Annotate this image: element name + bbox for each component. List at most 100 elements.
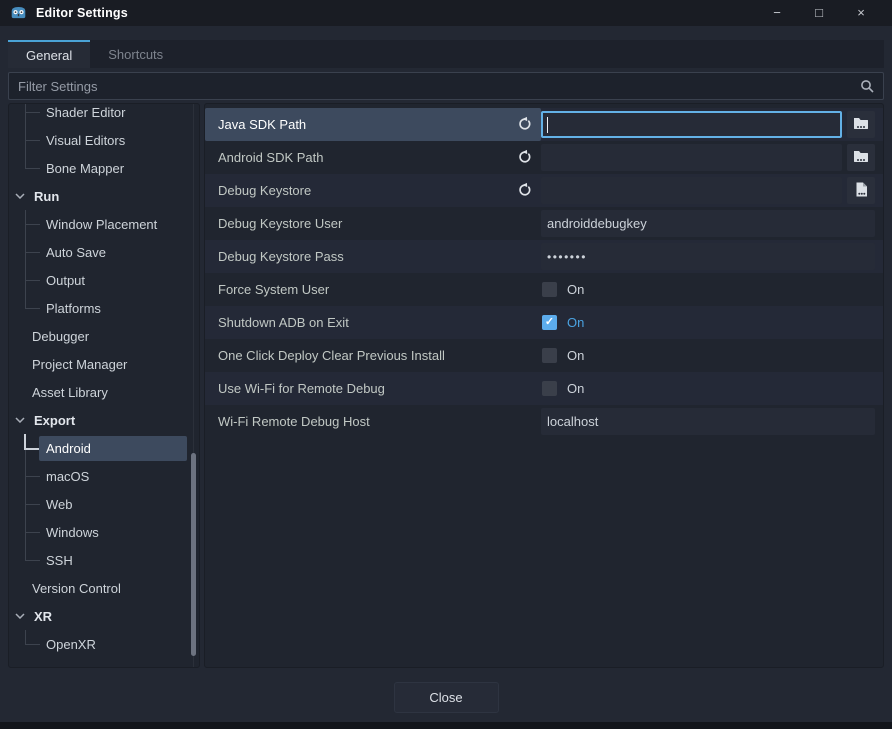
sidebar-item-label: macOS [46, 469, 89, 484]
sidebar-item-shader-editor[interactable]: Shader Editor [9, 103, 191, 126]
setting-label-cell[interactable]: Use Wi-Fi for Remote Debug [205, 372, 541, 405]
settings-row-debug-keystore-pass[interactable]: Debug Keystore Pass••••••• [205, 240, 883, 273]
checkbox-one-click-deploy-clear-previous-install[interactable] [542, 348, 557, 363]
sidebar-item-auto-save[interactable]: Auto Save [9, 238, 191, 266]
tree-guide-line [25, 168, 40, 169]
folder-icon [853, 117, 869, 133]
settings-row-java-sdk-path[interactable]: Java SDK Path [205, 108, 883, 141]
setting-label: One Click Deploy Clear Previous Install [218, 348, 541, 363]
checkbox-shutdown-adb-on-exit[interactable]: ✓ [542, 315, 557, 330]
sidebar-item-bone-mapper[interactable]: Bone Mapper [9, 154, 191, 182]
checkbox-on-label: On [567, 348, 584, 363]
browse-folder-button[interactable] [847, 144, 875, 171]
chevron-down-icon[interactable] [15, 193, 25, 199]
checkbox-use-wi-fi-for-remote-debug[interactable] [542, 381, 557, 396]
minimize-window-button[interactable]: − [762, 0, 792, 26]
tree-guide-line-selected [24, 434, 26, 448]
sidebar-item-output[interactable]: Output [9, 266, 191, 294]
sidebar-item-xr[interactable]: XR [9, 602, 191, 630]
settings-row-wi-fi-remote-debug-host[interactable]: Wi-Fi Remote Debug Host localhost [205, 405, 883, 438]
sidebar-item-visual-editors[interactable]: Visual Editors [9, 126, 191, 154]
tab-shortcuts[interactable]: Shortcuts [90, 40, 181, 68]
sidebar-item-label: Web [46, 497, 73, 512]
tree-guide-line [25, 112, 40, 113]
sidebar-item-debugger[interactable]: Debugger [9, 322, 191, 350]
close-window-button[interactable]: × [846, 0, 876, 26]
setting-label-cell[interactable]: Java SDK Path [205, 108, 541, 141]
input-debug-keystore-pass[interactable]: ••••••• [541, 243, 875, 270]
setting-label: Force System User [218, 282, 541, 297]
setting-label-cell[interactable]: Debug Keystore Pass [205, 240, 541, 273]
tree-guide-line [25, 476, 40, 477]
setting-label-cell[interactable]: Android SDK Path [205, 141, 541, 174]
setting-label: Shutdown ADB on Exit [218, 315, 541, 330]
input-debug-keystore[interactable] [541, 177, 842, 204]
sidebar-item-window-placement[interactable]: Window Placement [9, 210, 191, 238]
maximize-window-button[interactable]: □ [804, 0, 834, 26]
setting-value-cell [541, 174, 883, 207]
sidebar-item-project-manager[interactable]: Project Manager [9, 350, 191, 378]
sidebar-item-android[interactable]: Android [9, 434, 191, 462]
tree-guide-line [25, 630, 26, 644]
sidebar-item-run[interactable]: Run [9, 182, 191, 210]
input-java-sdk-path[interactable] [541, 111, 842, 138]
sidebar-item-label: Auto Save [46, 245, 106, 260]
tab-general[interactable]: General [8, 40, 90, 68]
settings-row-force-system-user[interactable]: Force System UserOn [205, 273, 883, 306]
setting-label-cell[interactable]: Debug Keystore [205, 174, 541, 207]
sidebar-item-export[interactable]: Export [9, 406, 191, 434]
setting-label-cell[interactable]: Wi-Fi Remote Debug Host [205, 405, 541, 438]
setting-label: Debug Keystore [218, 183, 517, 198]
sidebar-item-web[interactable]: Web [9, 490, 191, 518]
sidebar-item-openxr[interactable]: OpenXR [9, 630, 191, 658]
sidebar-item-label: Metadata [32, 665, 86, 669]
window-title: Editor Settings [36, 6, 128, 20]
sidebar-item-label: Debugger [32, 329, 89, 344]
sidebar-item-label: Platforms [46, 301, 101, 316]
sidebar-item-label: Version Control [32, 581, 121, 596]
filter-settings-input[interactable]: Filter Settings [8, 72, 884, 100]
sidebar-item-label: Visual Editors [46, 133, 125, 148]
sidebar-item-label: Output [46, 273, 85, 288]
chevron-down-icon[interactable] [15, 417, 25, 423]
setting-label-cell[interactable]: Force System User [205, 273, 541, 306]
input-debug-keystore-user[interactable]: androiddebugkey [541, 210, 875, 237]
sidebar-item-macos[interactable]: macOS [9, 462, 191, 490]
revert-button[interactable] [517, 149, 532, 167]
sidebar-item-platforms[interactable]: Platforms [9, 294, 191, 322]
setting-label-cell[interactable]: Debug Keystore User [205, 207, 541, 240]
sidebar-item-metadata[interactable]: Metadata [9, 658, 191, 668]
tree-list: Shader Editor Visual Editors Bone Mapper Ru… [9, 103, 191, 668]
settings-row-shutdown-adb-on-exit[interactable]: Shutdown ADB on Exit✓On [205, 306, 883, 339]
sidebar-item-label: SSH [46, 553, 73, 568]
sidebar-item-label: Bone Mapper [46, 161, 124, 176]
sidebar-item-asset-library[interactable]: Asset Library [9, 378, 191, 406]
input-wi-fi-remote-debug-host[interactable]: localhost [541, 408, 875, 435]
settings-row-one-click-deploy-clear-previous-install[interactable]: One Click Deploy Clear Previous Install O… [205, 339, 883, 372]
browse-folder-button[interactable] [847, 111, 875, 138]
input-android-sdk-path[interactable] [541, 144, 842, 171]
sidebar-item-label: Project Manager [32, 357, 127, 372]
sidebar-item-version-control[interactable]: Version Control [9, 574, 191, 602]
revert-button[interactable] [517, 116, 532, 134]
browse-file-button[interactable] [847, 177, 875, 204]
search-icon [860, 79, 874, 93]
sidebar-item-label: Run [34, 189, 59, 204]
setting-label-cell[interactable]: Shutdown ADB on Exit [205, 306, 541, 339]
settings-row-android-sdk-path[interactable]: Android SDK Path [205, 141, 883, 174]
chevron-down-icon[interactable] [15, 613, 25, 619]
revert-button[interactable] [517, 182, 532, 200]
sidebar-scrollbar-thumb[interactable] [191, 453, 196, 656]
tree-guide-line [25, 224, 40, 225]
setting-label-cell[interactable]: One Click Deploy Clear Previous Install [205, 339, 541, 372]
settings-row-use-wi-fi-for-remote-debug[interactable]: Use Wi-Fi for Remote DebugOn [205, 372, 883, 405]
revert-icon [517, 182, 532, 200]
sidebar-item-ssh[interactable]: SSH [9, 546, 191, 574]
input-value: localhost [547, 414, 598, 429]
settings-row-debug-keystore-user[interactable]: Debug Keystore Userandroiddebugkey [205, 207, 883, 240]
checkbox-force-system-user[interactable] [542, 282, 557, 297]
settings-row-debug-keystore[interactable]: Debug Keystore [205, 174, 883, 207]
setting-label: Debug Keystore Pass [218, 249, 541, 264]
sidebar-item-windows[interactable]: Windows [9, 518, 191, 546]
close-button[interactable]: Close [394, 682, 499, 713]
